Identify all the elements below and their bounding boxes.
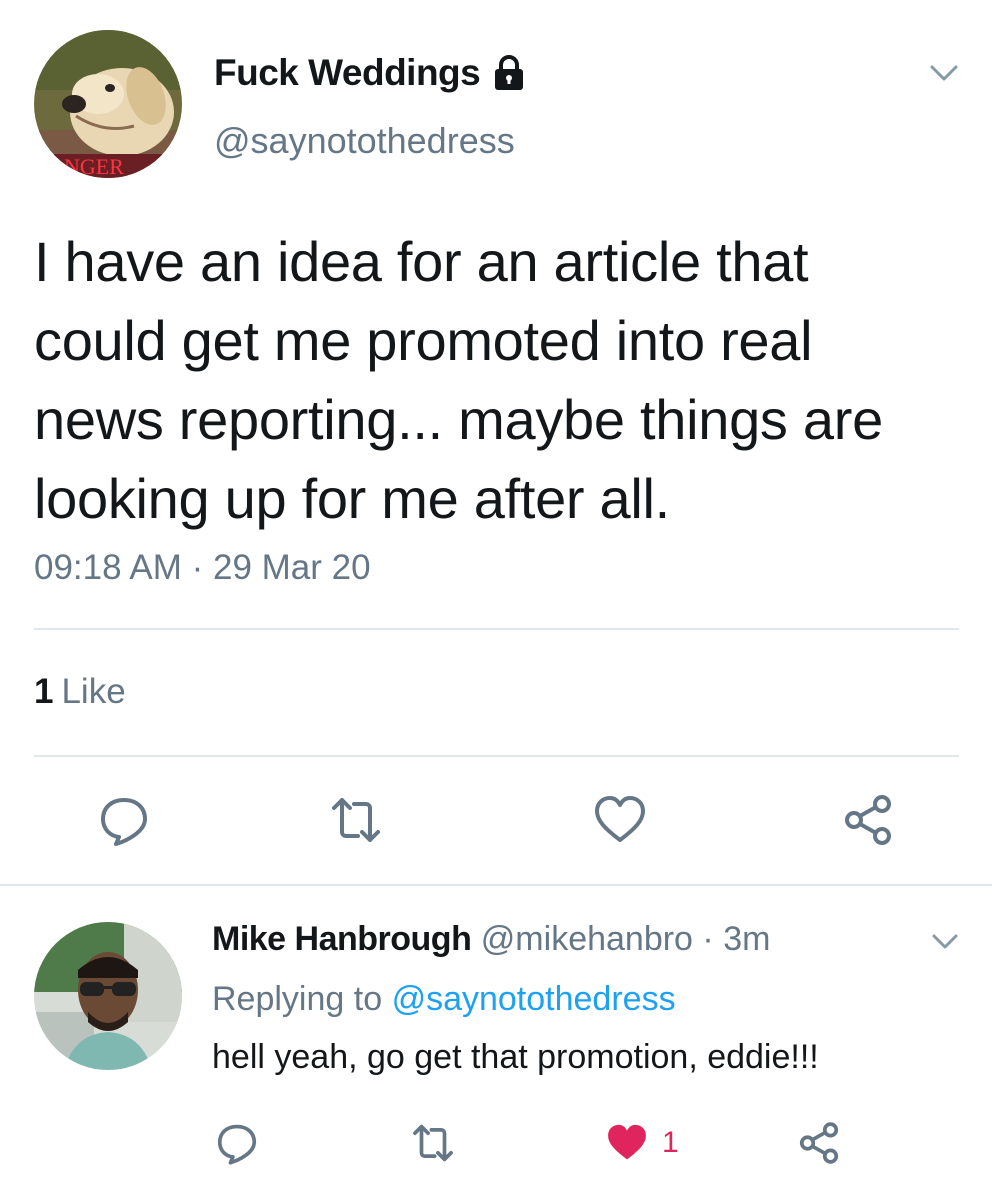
reply-header: Mike Hanbrough @mikehanbro · 3m bbox=[212, 920, 770, 959]
main-tweet: NGER Fuck Weddings @saynotothedress I ha… bbox=[0, 0, 992, 885]
author-name[interactable]: Fuck Weddings bbox=[214, 52, 481, 94]
retweet-button[interactable] bbox=[410, 1118, 456, 1168]
share-button[interactable] bbox=[838, 790, 898, 850]
like-count: 1 bbox=[662, 1126, 679, 1159]
likes-summary[interactable]: 1 Like bbox=[34, 672, 126, 712]
reply-author-handle[interactable]: @mikehanbro bbox=[481, 920, 693, 958]
reply-button[interactable] bbox=[94, 790, 154, 850]
chevron-down-icon[interactable] bbox=[928, 928, 962, 956]
share-button[interactable] bbox=[796, 1118, 842, 1168]
replying-to: Replying to @saynotothedress bbox=[212, 980, 676, 1019]
author-name-row[interactable]: Fuck Weddings bbox=[214, 52, 526, 94]
retweet-icon bbox=[332, 798, 380, 842]
replying-label: Replying to bbox=[212, 980, 383, 1018]
retweet-icon bbox=[413, 1124, 453, 1162]
timestamp[interactable]: 09:18 AM · 29 Mar 20 bbox=[34, 548, 371, 588]
chevron-down-icon[interactable] bbox=[926, 58, 962, 88]
heart-outline-icon bbox=[595, 796, 645, 842]
avatar[interactable] bbox=[34, 922, 182, 1070]
avatar[interactable]: NGER bbox=[34, 30, 182, 178]
reply-icon bbox=[101, 798, 147, 846]
author-handle[interactable]: @saynotothedress bbox=[214, 120, 515, 162]
replying-handle-link[interactable]: @saynotothedress bbox=[392, 980, 676, 1018]
retweet-button[interactable] bbox=[326, 790, 386, 850]
reply-tweet[interactable]: Mike Hanbrough @mikehanbro · 3m Replying… bbox=[0, 886, 992, 1200]
heart-filled-icon bbox=[608, 1124, 646, 1160]
divider bbox=[34, 755, 959, 757]
divider bbox=[34, 628, 959, 630]
likes-count: 1 bbox=[34, 672, 54, 711]
lock-icon bbox=[492, 54, 526, 92]
tweet-action-bar bbox=[0, 790, 992, 850]
reply-time[interactable]: 3m bbox=[723, 920, 770, 958]
avatar-caption: NGER bbox=[64, 154, 124, 178]
reply-action-bar: 1 bbox=[0, 1118, 992, 1168]
share-icon bbox=[845, 795, 891, 845]
likes-label: Like bbox=[61, 672, 126, 711]
tweet-text: I have an idea for an article that could… bbox=[34, 230, 883, 530]
share-icon bbox=[799, 1122, 839, 1164]
separator-dot: · bbox=[702, 920, 714, 958]
like-button[interactable] bbox=[590, 790, 650, 850]
reply-button[interactable] bbox=[214, 1118, 260, 1168]
reply-author-name[interactable]: Mike Hanbrough bbox=[212, 920, 472, 958]
reply-text: hell yeah, go get that promotion, eddie!… bbox=[212, 1038, 819, 1076]
reply-icon bbox=[217, 1124, 257, 1165]
like-button[interactable]: 1 bbox=[604, 1118, 679, 1168]
